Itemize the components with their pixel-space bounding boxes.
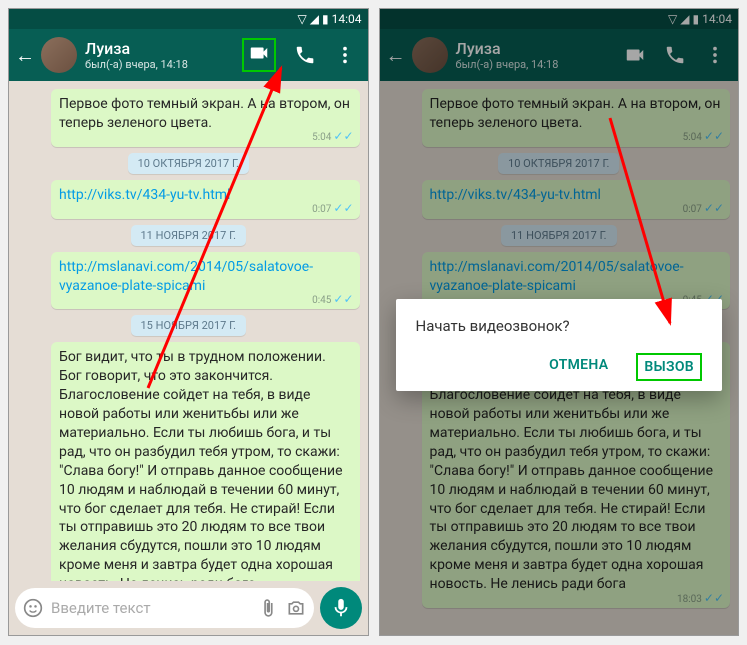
emoji-icon[interactable] xyxy=(23,598,43,618)
menu-dots-icon[interactable] xyxy=(334,44,356,66)
video-call-dialog: Начать видеозвонок? ОТМЕНА ВЫЗОВ xyxy=(396,299,723,391)
last-seen: был(-а) вчера, 14:18 xyxy=(85,58,242,71)
message-bubble[interactable]: Первое фото темный экран. А на втором, о… xyxy=(51,89,360,147)
dialog-title: Начать видеозвонок? xyxy=(416,317,703,335)
clock-text: 14:04 xyxy=(332,12,362,26)
placeholder-text: Введите текст xyxy=(51,599,250,617)
mic-icon xyxy=(330,597,352,619)
cancel-button[interactable]: ОТМЕНА xyxy=(543,353,614,381)
message-bubble[interactable]: Бог видит, что ты в трудном положении. Б… xyxy=(51,342,360,581)
message-bubble[interactable]: http://viks.tv/434-yu-tv.html 0:07✓✓ xyxy=(51,180,360,219)
read-tick-icon: ✓✓ xyxy=(333,201,353,215)
read-tick-icon: ✓✓ xyxy=(333,129,353,143)
date-separator: 11 НОЯБРЯ 2017 Г. xyxy=(131,225,247,246)
video-camera-icon xyxy=(248,42,270,64)
avatar[interactable] xyxy=(41,37,77,73)
voice-call-icon[interactable] xyxy=(294,44,316,66)
chat-body[interactable]: Первое фото темный экран. А на втором, о… xyxy=(9,81,368,581)
call-button[interactable]: ВЫЗОВ xyxy=(636,353,702,381)
mic-button[interactable] xyxy=(320,587,362,629)
message-bubble[interactable]: http://mslanavi.com/2014/05/salatovoe-vy… xyxy=(51,252,360,310)
video-call-button[interactable] xyxy=(242,38,276,72)
statusbar: ▽ ◢ ▮ 14:04 xyxy=(9,9,368,29)
contact-name: Луиза xyxy=(85,39,242,58)
date-separator: 15 НОЯБРЯ 2017 Г. xyxy=(131,315,247,336)
phone-screen-left: ▽ ◢ ▮ 14:04 ← Луиза был(-а) вчера, 14:18… xyxy=(8,8,369,636)
signal-icon: ◢ xyxy=(310,12,319,26)
battery-icon: ▮ xyxy=(322,12,329,26)
message-input[interactable]: Введите текст xyxy=(15,588,314,628)
contact-info[interactable]: Луиза был(-а) вчера, 14:18 xyxy=(85,39,242,71)
camera-icon[interactable] xyxy=(286,598,306,618)
wifi-icon: ▽ xyxy=(298,12,307,26)
date-separator: 10 ОКТЯБРЯ 2017 Г. xyxy=(128,153,249,174)
attach-icon[interactable] xyxy=(258,598,278,618)
phone-screen-right: ▽ ◢ ▮ 14:04 ← Луиза был(-а) вчера, 14:18… xyxy=(379,8,740,636)
back-arrow-icon[interactable]: ← xyxy=(15,43,35,68)
chat-header[interactable]: ← Луиза был(-а) вчера, 14:18 xyxy=(9,29,368,81)
read-tick-icon: ✓✓ xyxy=(333,292,353,306)
input-bar: Введите текст xyxy=(9,581,368,635)
